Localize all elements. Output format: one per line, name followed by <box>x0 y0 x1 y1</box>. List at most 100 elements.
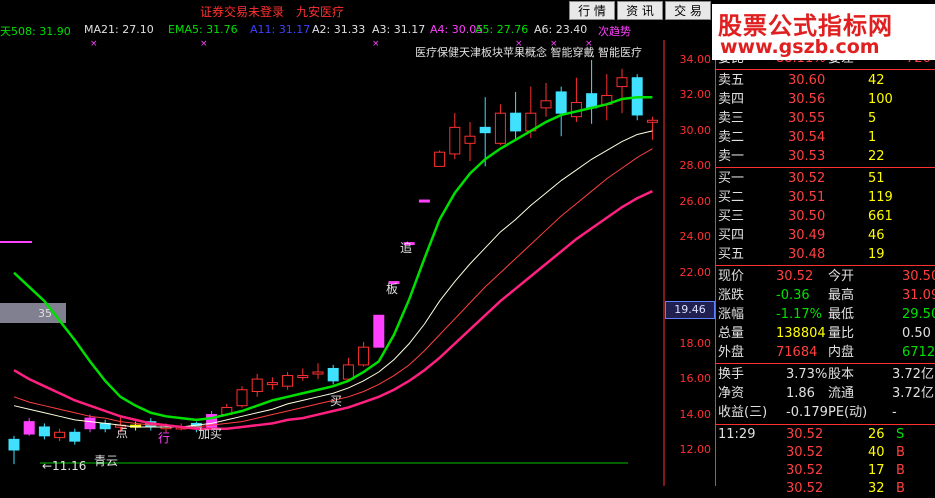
tick-vol: 32 <box>868 481 885 496</box>
candle-body <box>251 378 263 393</box>
buy-row-3: 买四 30.49 46 <box>716 227 935 245</box>
stat-row-3: 总量 138804 量比 0.50 <box>716 325 935 343</box>
buy-row-0: 买一 30.52 51 <box>716 170 935 188</box>
candle-body <box>586 93 598 109</box>
divider <box>716 69 935 70</box>
buy-vol: 19 <box>868 247 885 262</box>
buy-vol: 46 <box>868 228 885 243</box>
stat-value: 30.52 <box>776 269 814 284</box>
stat-value: 71684 <box>776 345 818 360</box>
indicator-9: 次趋势 <box>598 25 631 38</box>
candle-body <box>434 151 446 167</box>
axis-label-2: 30.00 <box>679 123 712 137</box>
stat-label: 涨幅 <box>718 307 745 322</box>
candle-body <box>38 426 50 437</box>
candle-body <box>418 199 430 203</box>
candle-body <box>282 375 294 387</box>
info-menu-button[interactable]: 资 讯 <box>617 1 663 20</box>
axis-label-8: 18.00 <box>679 336 712 350</box>
divider <box>716 424 935 425</box>
annotation-jiamai: 加买 <box>198 427 222 441</box>
buy-price: 30.52 <box>788 171 826 186</box>
x-marker: × <box>585 40 593 49</box>
tick-row-0: 11:29 30.52 26 S <box>716 426 935 444</box>
tick-bs: B <box>896 481 905 496</box>
stat-row-2: 涨幅 -1.17% 最低 29.50 <box>716 306 935 324</box>
stat2-row-2: 收益(三) -0.179 PE(动) - <box>716 404 935 422</box>
candle-body <box>494 112 506 144</box>
candlestick-chart[interactable]: 35医疗保健天津板块苹果概念 智能穿戴 智能医疗追板买加买点 行青云←11.16×… <box>0 40 665 486</box>
tick-price: 30.52 <box>786 481 824 496</box>
buy-price: 30.49 <box>788 228 826 243</box>
tick-time: 11:29 <box>718 427 756 442</box>
tick-price: 30.52 <box>786 463 824 478</box>
buy-vol: 119 <box>868 190 893 205</box>
stat-row-4: 外盘 71684 内盘 67120 <box>716 344 935 362</box>
x-marker: × <box>515 40 523 49</box>
candle-body <box>555 91 567 114</box>
indicator-2: EMA5: 31.76 <box>168 23 238 36</box>
sell-label: 卖五 <box>718 73 745 88</box>
stat-label2: 内盘 <box>828 345 855 360</box>
sell-label: 卖一 <box>718 149 745 164</box>
candle-body <box>297 375 309 379</box>
quote-panel: 委比88.11%委差726卖五30.6042卖四30.56100卖三30.555… <box>715 40 935 496</box>
buy-price: 30.51 <box>788 190 826 205</box>
sell-label: 卖二 <box>718 130 745 145</box>
tick-vol: 26 <box>868 427 885 442</box>
stat-value2: 67120 <box>902 345 935 360</box>
candle-body <box>373 314 385 348</box>
x-marker: × <box>550 40 558 49</box>
indicator-1: MA21: 27.10 <box>84 23 154 36</box>
candle-body <box>84 417 96 430</box>
stat-label2: 今开 <box>828 269 855 284</box>
candle-body <box>23 421 35 435</box>
axis-label-1: 32.00 <box>679 88 712 102</box>
annotation-xing: 行 <box>158 431 170 445</box>
tick-bs: B <box>896 445 905 460</box>
stat2-label: 净资 <box>718 386 745 401</box>
sell-price: 30.56 <box>788 92 826 107</box>
tick-row-2: 30.52 17 B <box>716 462 935 480</box>
tick-bs: B <box>896 463 905 478</box>
buy-label: 买三 <box>718 209 745 224</box>
buy-vol: 51 <box>868 171 885 186</box>
annotation-zhui: 追 <box>400 240 412 255</box>
quote-menu-button[interactable]: 行 情 <box>569 1 615 20</box>
candle-body <box>464 135 476 144</box>
sell-price: 30.55 <box>788 111 826 126</box>
sell-price: 30.60 <box>788 73 826 88</box>
divider <box>716 363 935 364</box>
stat2-value: 1.86 <box>786 386 815 401</box>
buy-row-4: 买五 30.48 19 <box>716 246 935 264</box>
candle-body <box>54 431 66 439</box>
stat-label: 现价 <box>718 269 745 284</box>
candle-body <box>342 364 354 380</box>
trade-menu-button[interactable]: 交 易 <box>665 1 711 20</box>
tick-vol: 17 <box>868 463 885 478</box>
candle-body <box>327 367 339 382</box>
sell-vol: 22 <box>868 149 885 164</box>
stat2-row-0: 换手 3.73% 股本 3.72亿 <box>716 366 935 384</box>
stat2-label2: 股本 <box>828 367 855 382</box>
candle-body <box>646 119 658 123</box>
annotation-qingyun: 青云 <box>94 454 118 468</box>
axis-label-5: 24.00 <box>679 230 712 244</box>
tick-row-1: 30.52 40 B <box>716 444 935 462</box>
sell-vol: 42 <box>868 73 885 88</box>
indicator-7: A5: 27.76 <box>475 23 529 36</box>
sell-vol: 5 <box>868 111 877 126</box>
stat-row-0: 现价 30.52 今开 30.50 <box>716 268 935 286</box>
stat2-label2: PE(动) <box>828 405 868 420</box>
sell-row-2: 卖三 30.55 5 <box>716 110 935 128</box>
sell-vol: 100 <box>868 92 893 107</box>
sell-row-1: 卖四 30.56 100 <box>716 91 935 109</box>
divider <box>716 265 935 266</box>
candle-body <box>358 346 370 366</box>
axis-label-6: 22.00 <box>679 265 712 279</box>
buy-row-2: 买三 30.50 661 <box>716 208 935 226</box>
stat-label2: 最低 <box>828 307 855 322</box>
stat-label: 涨跌 <box>718 288 745 303</box>
stat2-value: -0.179 <box>786 405 828 420</box>
stat-value2: 0.50 <box>902 326 931 341</box>
